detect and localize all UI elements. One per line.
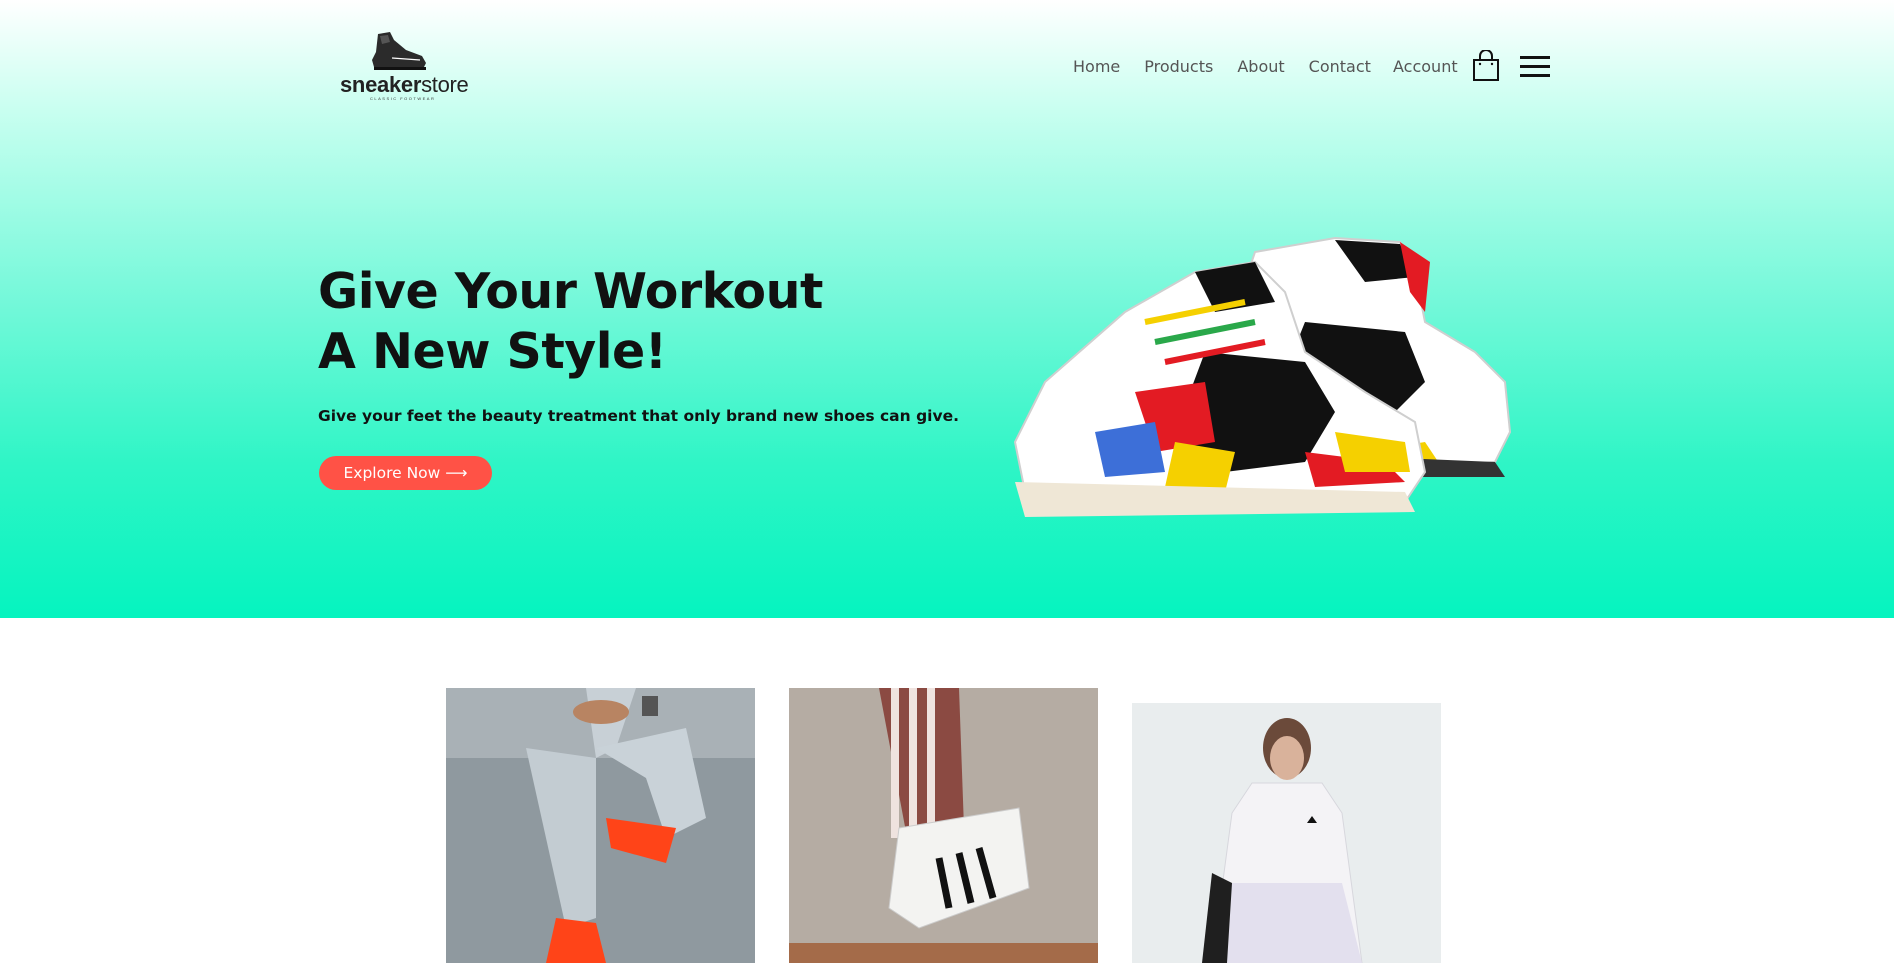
product-image-track-pants-sneaker: [789, 688, 1098, 963]
brand-wordmark: sneakerstore: [340, 72, 469, 97]
account-link[interactable]: Account: [1393, 57, 1458, 76]
explore-now-button[interactable]: Explore Now ⟶: [319, 456, 492, 490]
main-nav: Home Products About Contact: [1073, 57, 1395, 76]
brand-logo[interactable]: sneakerstore CLASSIC FOOTWEAR: [340, 30, 469, 102]
product-image-white-jacket: [1132, 703, 1441, 963]
nav-contact-link[interactable]: Contact: [1309, 57, 1371, 76]
brand-tagline: CLASSIC FOOTWEAR: [370, 96, 436, 101]
product-card-3[interactable]: [1132, 703, 1441, 963]
nav-products-link[interactable]: Products: [1144, 57, 1213, 76]
hero-heading: Give Your Workout A New Style!: [318, 262, 823, 382]
shopping-bag-icon[interactable]: [1472, 50, 1500, 82]
nav-home-link[interactable]: Home: [1073, 57, 1120, 76]
hero-section: sneakerstore CLASSIC FOOTWEAR Home Produ…: [0, 0, 1894, 618]
hero-subtitle: Give your feet the beauty treatment that…: [318, 407, 959, 425]
hamburger-menu-icon[interactable]: [1520, 55, 1550, 79]
product-card-1[interactable]: [446, 688, 755, 963]
hero-sneaker-image: [1013, 236, 1512, 517]
hero-heading-line1: Give Your Workout: [318, 263, 823, 320]
sneaker-logo-icon: [372, 32, 426, 70]
product-card-2[interactable]: [789, 688, 1098, 963]
hero-heading-line2: A New Style!: [318, 323, 667, 380]
product-image-jeans-orange-sneakers: [446, 688, 755, 963]
nav-about-link[interactable]: About: [1237, 57, 1284, 76]
